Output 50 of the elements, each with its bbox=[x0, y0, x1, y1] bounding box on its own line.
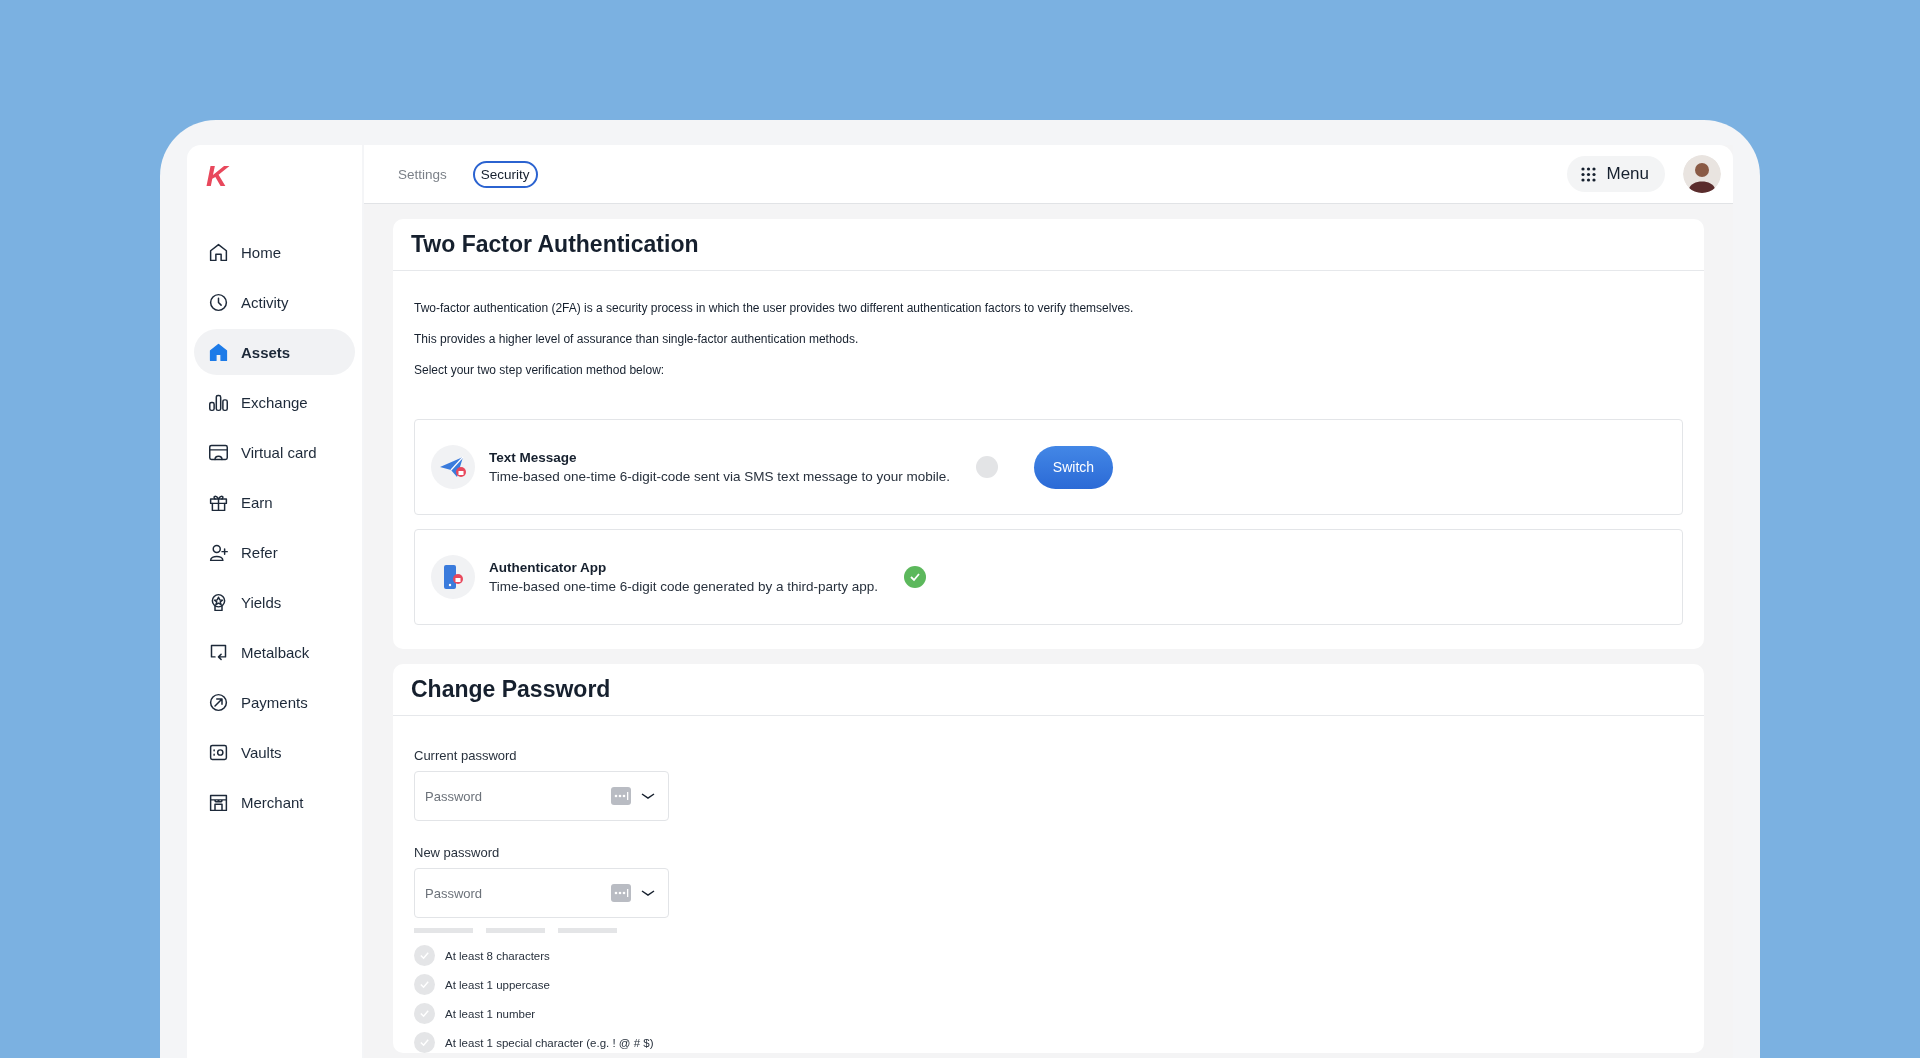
sidebar-item[interactable]: Assets bbox=[194, 329, 355, 375]
sidebar-item[interactable]: Exchange bbox=[194, 379, 355, 425]
sidebar-item[interactable]: Payments bbox=[194, 679, 355, 725]
section-title: Two Factor Authentication bbox=[393, 219, 1704, 271]
method-option[interactable]: Authenticator App Time-based one-time 6-digit code generated by a third-party app. bbox=[414, 529, 1683, 625]
password-field[interactable]: Password bbox=[414, 868, 669, 918]
clock-icon bbox=[208, 291, 229, 313]
requirement-text: At least 1 special character (e.g. ! @ # $) bbox=[445, 1036, 654, 1049]
menu-button[interactable]: Menu bbox=[1567, 156, 1665, 192]
sidebar-item[interactable]: Vaults bbox=[194, 729, 355, 775]
password-manager-icon[interactable] bbox=[611, 884, 631, 902]
requirement-text: At least 8 characters bbox=[445, 949, 550, 962]
check-icon[interactable] bbox=[903, 566, 926, 588]
method-description: Time-based one-time 6-digit code generated by a third-party app. bbox=[489, 579, 878, 594]
password-field[interactable]: Password bbox=[414, 771, 669, 821]
phone-icon bbox=[441, 563, 465, 591]
method-title: Authenticator App bbox=[489, 560, 608, 575]
requirement-text: At least 1 number bbox=[445, 1007, 536, 1020]
sidebar-item[interactable]: Merchant bbox=[194, 779, 355, 825]
sidebar-item[interactable]: Metalback bbox=[194, 629, 355, 675]
sidebar-item[interactable]: Earn bbox=[194, 479, 355, 525]
method-title: Text Message bbox=[489, 450, 578, 465]
description-text: This provides a higher level of assurance than single-factor authentication methods. bbox=[414, 332, 860, 346]
field-label: New password bbox=[414, 845, 501, 860]
requirement-text: At least 1 uppercase bbox=[445, 978, 550, 991]
description-text: Select your two step verification method below: bbox=[414, 363, 666, 377]
avatar-icon[interactable] bbox=[1683, 155, 1721, 193]
paper-plane-icon bbox=[439, 455, 467, 479]
method-option[interactable]: Text Message Time-based one-time 6-digit-code sent via SMS text message to your mobile. Switch bbox=[414, 419, 1683, 515]
section-title: Change Password bbox=[393, 664, 1704, 716]
description-text: Two-factor authentication (2FA) is a security process in which the user provides two different authentication factors to verify themselves. bbox=[414, 301, 1135, 315]
chevron-down-icon[interactable] bbox=[641, 792, 655, 800]
arrow-circle-icon bbox=[208, 691, 229, 713]
radio-button[interactable] bbox=[975, 456, 998, 478]
switch-button[interactable]: Switch bbox=[1033, 445, 1113, 489]
sidebar-item[interactable]: Yields bbox=[194, 579, 355, 625]
grid-icon bbox=[1581, 166, 1597, 182]
tab[interactable]: Settings bbox=[390, 160, 455, 188]
method-description: Time-based one-time 6-digit-code sent via SMS text message to your mobile. bbox=[489, 469, 950, 484]
home-icon bbox=[208, 341, 229, 363]
field-label: Current password bbox=[414, 748, 518, 763]
logo[interactable]: K bbox=[194, 159, 228, 207]
sidebar-item[interactable]: Refer bbox=[194, 529, 355, 575]
sidebar-item[interactable]: Home bbox=[194, 229, 355, 275]
home-icon bbox=[208, 241, 229, 263]
sidebar-item[interactable]: Virtual card bbox=[194, 429, 355, 475]
password-manager-icon[interactable] bbox=[611, 787, 631, 805]
sidebar-item[interactable]: Activity bbox=[194, 279, 355, 325]
chevron-down-icon[interactable] bbox=[641, 889, 655, 897]
tab[interactable]: Security bbox=[472, 160, 538, 188]
